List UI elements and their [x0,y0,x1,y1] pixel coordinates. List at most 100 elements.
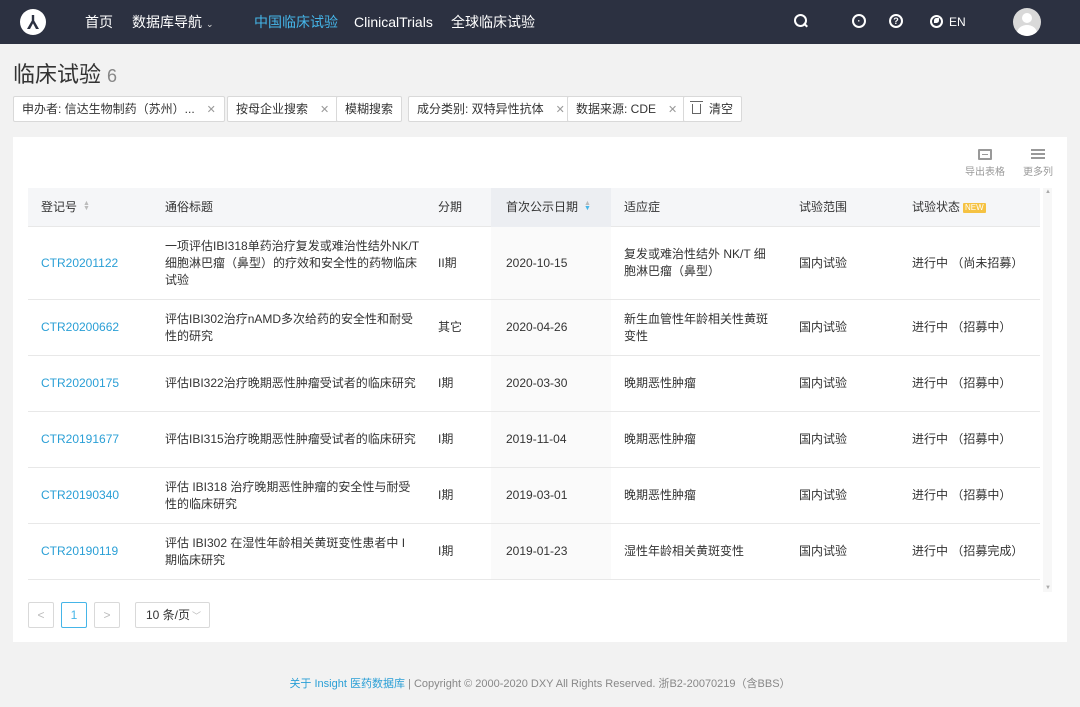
footer-copyright: | Copyright © 2000-2020 DXY All Rights R… [404,678,791,690]
trial-date: 2020-10-15 [491,227,611,299]
avatar[interactable] [1013,8,1041,36]
sort-desc-icon[interactable]: ▲ ▼ [584,200,591,212]
globe-icon [930,15,943,28]
more-cols-label: 更多列 [1023,167,1053,178]
table-row: CTR20201122 一项评估IBI318单药治疗复发或难治性结外NK/T细胞淋… [28,227,1040,300]
trial-date: 2019-03-01 [491,468,611,523]
trash-icon [690,101,703,114]
trial-phase: I期 [438,376,454,390]
close-icon[interactable]: ✕ [320,104,329,116]
footer: 关于 Insight 医药数据库 | Copyright © 2000-2020… [0,675,1080,691]
filter-component-type[interactable]: 成分类别: 双特异性抗体 ✕ [408,96,574,122]
close-icon[interactable]: ✕ [207,104,216,116]
search-icon[interactable] [794,14,808,28]
logo-icon[interactable] [20,9,46,35]
trial-title: 评估IBI302治疗nAMD多次给药的安全性和耐受性的研究 [165,311,414,343]
trial-date: 2020-04-26 [491,300,611,355]
filter-label: 数据来源: CDE [576,102,657,116]
scroll-down-icon[interactable]: ▼ [1045,585,1051,591]
trial-phase: I期 [438,432,454,446]
trial-indication: 新生血管性年龄相关性黄斑变性 [624,311,769,343]
trial-scope: 国内试验 [799,432,848,446]
nav-database-label: 数据库导航 [132,14,202,30]
close-icon[interactable]: ✕ [556,104,565,116]
filter-label: 申办者: 信达生物制药（苏州）... [22,102,195,116]
trial-date: 2020-03-30 [491,356,611,411]
language-switch[interactable]: EN [930,13,966,31]
nav-global-trials[interactable]: 全球临床试验 [451,13,535,31]
page-1-button[interactable]: 1 [61,602,87,628]
trial-id-link[interactable]: CTR20190340 [41,468,151,523]
trial-title: 评估 IBI318 治疗晚期恶性肿瘤的安全性与耐受性的临床研究 [165,479,411,511]
nav-china-trials[interactable]: 中国临床试验 [254,13,338,31]
col-header-status: 试验状态 NEW [912,188,986,227]
trial-id-link[interactable]: CTR20190119 [41,524,151,579]
language-label: EN [949,15,966,29]
nav-clinicaltrials[interactable]: ClinicalTrials [354,13,433,31]
trial-id-link[interactable]: CTR20201122 [41,227,151,299]
new-badge: NEW [963,203,986,213]
table-row: CTR20200175 评估IBI322治疗晚期恶性肿瘤受试者的临床研究 I期 202… [28,356,1040,412]
trial-id-link[interactable]: CTR20191677 [41,412,151,467]
clear-filters-button[interactable]: 清空 [683,96,743,122]
prev-page-button[interactable]: < [28,602,54,628]
filter-fuzzy[interactable]: 模糊搜索 [336,96,403,122]
trial-indication: 晚期恶性肿瘤 [624,432,697,446]
trial-title: 评估 IBI302 在湿性年龄相关黄斑变性患者中 I 期临床研究 [165,535,406,567]
trial-scope: 国内试验 [799,544,848,558]
col-header-id[interactable]: 登记号 ▲ ▼ [41,188,90,227]
export-label: 导出表格 [965,167,1005,178]
list-icon [1031,149,1045,160]
close-icon[interactable]: ✕ [668,104,677,116]
filter-data-source[interactable]: 数据来源: CDE ✕ [567,96,687,122]
trial-phase: I期 [438,544,454,558]
export-table-button[interactable]: 导出表格 [963,149,1007,178]
page-title-text: 临床试验 [13,62,102,87]
lightbulb-icon[interactable]: · [852,14,866,28]
trial-indication: 湿性年龄相关黄斑变性 [624,544,745,558]
trial-indication: 晚期恶性肿瘤 [624,376,697,390]
table-row: CTR20190119 评估 IBI302 在湿性年龄相关黄斑变性患者中 I 期临… [28,524,1040,580]
footer-link[interactable]: 关于 Insight 医药数据库 [289,678,405,690]
trial-status: 进行中 （招募中） [912,376,1012,390]
result-count: 6 [107,66,118,86]
table-header: 登记号 ▲ ▼ 通俗标题 分期 首次公示日期 ▲ ▼ 适应症 试验范围 试验状态 NEW [28,188,1040,227]
col-header-label: 试验状态 [912,200,961,214]
table-row: CTR20200662 评估IBI302治疗nAMD多次给药的安全性和耐受性的研究… [28,300,1040,356]
table-row: CTR20190340 评估 IBI318 治疗晚期恶性肿瘤的安全性与耐受性的临床… [28,468,1040,524]
trial-title: 评估IBI315治疗晚期恶性肿瘤受试者的临床研究 [165,432,416,446]
filter-label: 按母企业搜索 [236,102,309,116]
col-header-scope: 试验范围 [799,200,848,214]
col-header-date[interactable]: 首次公示日期 ▲ ▼ [491,188,611,227]
table-row: CTR20191677 评估IBI315治疗晚期恶性肿瘤受试者的临床研究 I期 201… [28,412,1040,468]
trial-id-link[interactable]: CTR20200662 [41,300,151,355]
top-nav: 首页 数据库导航 ⌄ 中国临床试验 ClinicalTrials 全球临床试验 ·… [0,0,1080,44]
trial-status: 进行中 （招募中） [912,432,1012,446]
next-page-button[interactable]: > [94,602,120,628]
trial-title: 一项评估IBI318单药治疗复发或难治性结外NK/T细胞淋巴瘤（鼻型）的疗效和安… [165,238,420,287]
nav-database[interactable]: 数据库导航 ⌄ [132,13,214,33]
scroll-up-icon[interactable]: ▲ [1045,189,1051,195]
nav-home[interactable]: 首页 [85,13,113,31]
scrollbar[interactable]: ▲ ▼ [1043,188,1052,592]
col-header-indication: 适应症 [624,200,661,214]
filter-parent-company[interactable]: 按母企业搜索 ✕ [227,96,339,122]
col-header-label: 登记号 [41,200,78,214]
trial-scope: 国内试验 [799,376,848,390]
page-size-label: 10 条/页 [146,608,191,622]
trial-phase: II期 [438,255,457,270]
trial-scope: 国内试验 [799,255,848,270]
filter-label: 成分类别: 双特异性抗体 [417,102,544,116]
help-icon[interactable]: ? [889,14,903,28]
filter-sponsor[interactable]: 申办者: 信达生物制药（苏州）... ✕ [13,96,225,122]
trial-status: 进行中 （招募完成） [912,544,1024,558]
trial-id-link[interactable]: CTR20200175 [41,356,151,411]
page-size-select[interactable]: 10 条/页 ﹀ [135,602,210,628]
clear-label: 清空 [709,102,734,116]
more-columns-button[interactable]: 更多列 [1016,149,1060,178]
trial-indication: 复发或难治性结外 NK/T 细胞淋巴瘤（鼻型） [624,247,766,278]
trial-status: 进行中 （招募中） [912,488,1012,502]
sort-icon[interactable]: ▲ ▼ [83,200,90,212]
trial-phase: I期 [438,488,454,502]
export-icon [978,149,992,160]
